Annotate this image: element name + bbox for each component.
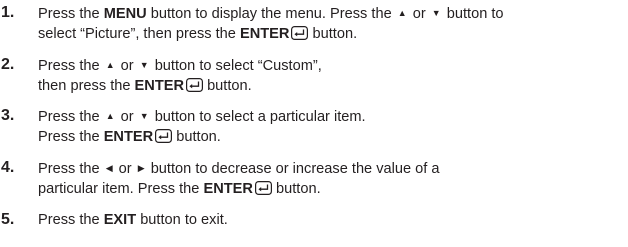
enter-key-icon bbox=[291, 26, 309, 40]
text-run: particular item. Press the bbox=[38, 181, 204, 197]
step-text: Press the ▲ or ▼ button to select a part… bbox=[38, 106, 620, 147]
text-run: Press the bbox=[38, 109, 104, 125]
text-run: button to exit. bbox=[136, 212, 228, 228]
step-line: Press the ENTER button. bbox=[38, 127, 620, 147]
text-run: button to bbox=[442, 6, 504, 22]
text-run: then press the bbox=[38, 78, 135, 94]
instruction-page: 1. Press the MENU button to display the … bbox=[0, 0, 628, 247]
step-text: Press the EXIT button to exit. bbox=[38, 210, 620, 230]
text-run: select “Picture”, then press the bbox=[38, 26, 240, 42]
text-run: Press the bbox=[38, 58, 104, 74]
text-run: Press the bbox=[38, 212, 104, 228]
step-number: 2. bbox=[1, 56, 15, 73]
step-line: particular item. Press the ENTER button. bbox=[38, 179, 620, 199]
text-run: button. bbox=[203, 78, 252, 94]
enter-button-label: ENTER bbox=[103, 129, 154, 145]
step-number: 5. bbox=[1, 211, 15, 228]
step-text: Press the ◀ or ▶ button to decrease or i… bbox=[38, 158, 620, 199]
enter-button-label: ENTER bbox=[203, 181, 253, 197]
text-run: button. bbox=[308, 26, 358, 42]
text-run: or bbox=[116, 58, 138, 74]
step-text: Press the ▲ or ▼ button to select “Custo… bbox=[38, 55, 620, 96]
step-line: select “Picture”, then press the ENTER b… bbox=[38, 24, 620, 44]
text-run: Press the bbox=[38, 6, 104, 22]
enter-key-icon bbox=[186, 78, 204, 92]
text-run: or bbox=[116, 109, 138, 125]
up-arrow-icon: ▲ bbox=[105, 111, 115, 121]
text-run: button to select a particular item. bbox=[150, 109, 366, 125]
text-run: button to select “Custom”, bbox=[150, 58, 322, 74]
step-line: Press the ▲ or ▼ button to select a part… bbox=[38, 106, 620, 127]
enter-key-icon bbox=[254, 181, 272, 195]
enter-button-label: ENTER bbox=[239, 26, 290, 42]
step-line: then press the ENTER button. bbox=[38, 76, 620, 96]
step-text: Press the MENU button to display the men… bbox=[38, 3, 620, 44]
text-run: button to decrease or increase the value… bbox=[146, 161, 440, 177]
enter-key-icon bbox=[155, 129, 173, 143]
exit-button-label: EXIT bbox=[103, 212, 137, 228]
text-run: Press the bbox=[38, 129, 104, 145]
text-run: button. bbox=[271, 181, 321, 197]
step-number: 1. bbox=[1, 4, 15, 21]
text-run: Press the bbox=[38, 161, 104, 177]
text-run: button. bbox=[172, 129, 221, 145]
down-arrow-icon: ▼ bbox=[431, 8, 441, 18]
text-run: or bbox=[408, 6, 430, 22]
step-line: Press the EXIT button to exit. bbox=[38, 210, 620, 230]
step-line: Press the ◀ or ▶ button to decrease or i… bbox=[38, 158, 620, 179]
text-run: button to display the menu. Press the bbox=[146, 6, 396, 22]
up-arrow-icon: ▲ bbox=[397, 8, 407, 18]
down-arrow-icon: ▼ bbox=[139, 60, 149, 70]
menu-button-label: MENU bbox=[103, 6, 147, 22]
right-arrow-icon: ▶ bbox=[137, 163, 145, 173]
down-arrow-icon: ▼ bbox=[139, 111, 149, 121]
step-number: 3. bbox=[1, 107, 15, 124]
step-line: Press the MENU button to display the men… bbox=[38, 3, 620, 24]
step-number: 4. bbox=[1, 159, 15, 176]
enter-button-label: ENTER bbox=[134, 78, 185, 94]
up-arrow-icon: ▲ bbox=[105, 60, 115, 70]
text-run: or bbox=[114, 161, 136, 177]
left-arrow-icon: ◀ bbox=[105, 163, 113, 173]
step-line: Press the ▲ or ▼ button to select “Custo… bbox=[38, 55, 620, 76]
